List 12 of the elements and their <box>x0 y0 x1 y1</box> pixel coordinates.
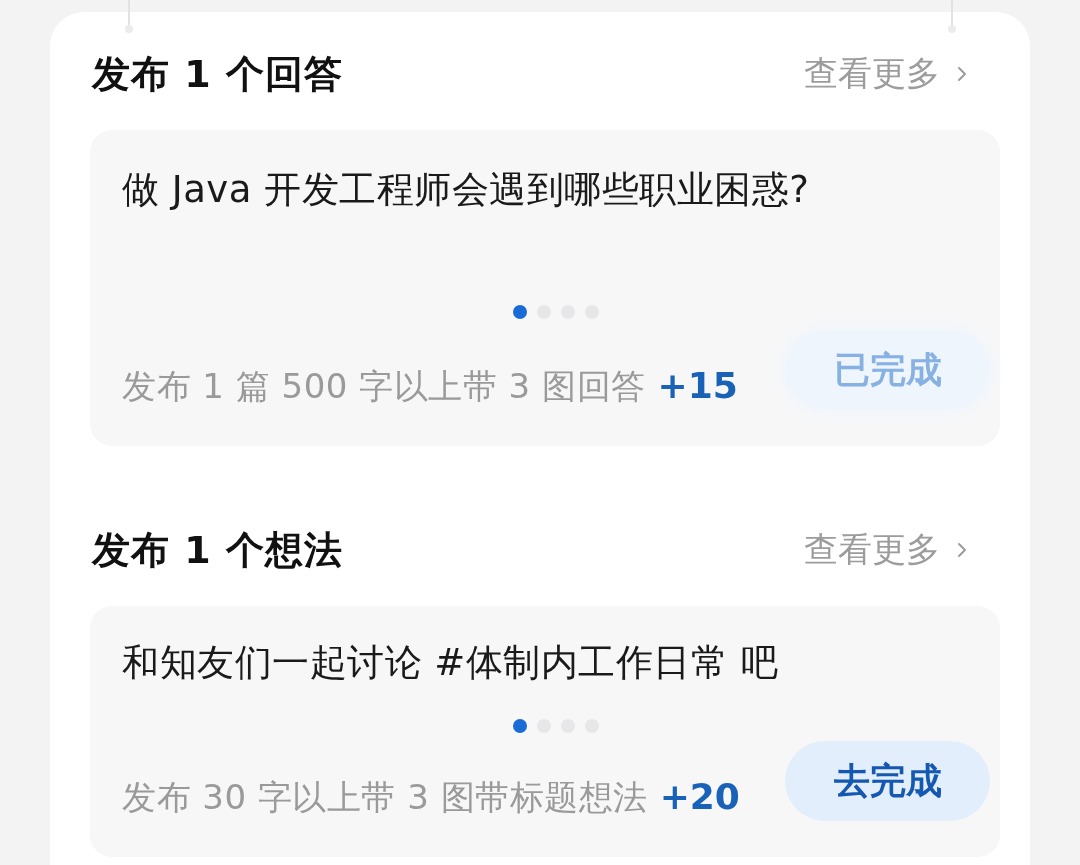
task-headline: 做 Java 开发工程师会遇到哪些职业困惑? <box>122 167 811 213</box>
section-title: 发布 1 个回答 <box>92 50 343 98</box>
see-more-link[interactable]: 查看更多 <box>804 51 974 97</box>
section-title: 发布 1 个想法 <box>92 526 343 574</box>
see-more-link[interactable]: 查看更多 <box>804 527 974 573</box>
task-action-button[interactable]: 去完成 <box>785 741 990 821</box>
task-requirement: 发布 30 字以上带 3 图带标题想法 <box>122 776 648 819</box>
task-headline: 和知友们一起讨论 #体制内工作日常 吧 <box>122 640 780 686</box>
reward-points: +15 <box>657 364 738 408</box>
reward-points: +20 <box>659 775 740 819</box>
task-action-button[interactable]: 已完成 <box>785 330 990 410</box>
task-requirement: 发布 1 篇 500 字以上带 3 图回答 <box>122 365 646 408</box>
